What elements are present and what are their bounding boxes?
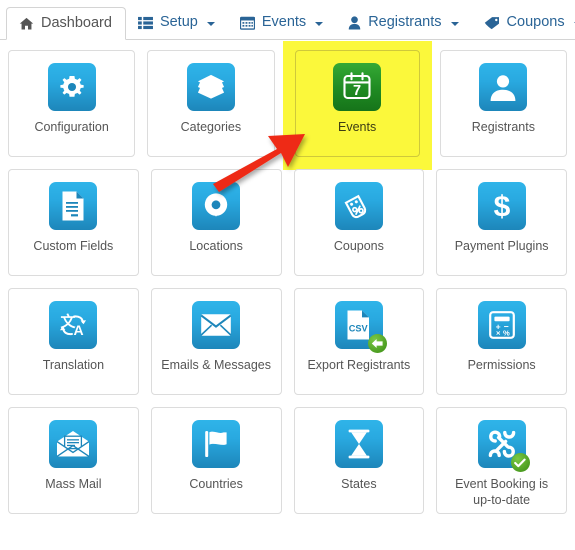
tab-events-label: Events [261, 14, 307, 31]
tile-label: Categories [180, 120, 242, 134]
svg-text:$: $ [493, 191, 510, 224]
chevron-down-icon [450, 21, 459, 26]
svg-text:7: 7 [353, 83, 361, 99]
tile-categories[interactable]: Categories [147, 50, 275, 157]
tile-label: States [341, 477, 377, 491]
calculator-icon: + − × % [477, 301, 526, 349]
dashboard-row: Configuration Categories 7 Events Regist… [8, 41, 567, 170]
tile-states[interactable]: States [293, 407, 425, 514]
tile-label: Permissions [467, 358, 536, 372]
svg-text:CSV: CSV [349, 323, 369, 333]
dashboard-row: Mass Mail Countries States Event Booking… [8, 407, 567, 514]
tab-coupons[interactable]: Coupons [472, 6, 575, 39]
dashboard-grid: Configuration Categories 7 Events Regist… [0, 40, 575, 514]
flag-icon [192, 420, 241, 468]
tile-permissions[interactable]: + − × % Permissions [436, 288, 567, 395]
tile-export-registrants[interactable]: CSV Export Registrants [293, 288, 425, 395]
tile-configuration[interactable]: Configuration [8, 50, 136, 157]
tab-dashboard[interactable]: Dashboard [6, 7, 126, 40]
layers-icon [186, 63, 235, 111]
tile-label: Event Booking is up-to-date [455, 477, 549, 507]
tile-label: Emails & Messages [161, 358, 271, 372]
tab-dashboard-label: Dashboard [41, 15, 112, 32]
tile-emails-messages[interactable]: Emails & Messages [150, 288, 282, 395]
chevron-down-icon [206, 21, 215, 26]
gear-icon [47, 63, 96, 111]
home-icon [19, 17, 34, 31]
tile-label: Mass Mail [45, 477, 102, 491]
tile-label: Custom Fields [33, 239, 114, 253]
tab-registrants[interactable]: Registrants [336, 6, 471, 39]
calendar-icon [239, 16, 255, 30]
tab-events[interactable]: Events [228, 6, 336, 39]
tab-coupons-label: Coupons [506, 14, 565, 31]
user-icon [348, 15, 361, 30]
dashboard-row: 文 A Translation Emails & Messages CSV Ex… [8, 288, 567, 395]
tile-translation[interactable]: 文 A Translation [8, 288, 139, 395]
hourglass-icon [334, 420, 383, 468]
tile-label: Coupons [333, 239, 384, 253]
tile-events[interactable]: 7 Events [294, 50, 420, 157]
dashboard-row: Custom Fields Locations Coupons $ Paymen… [8, 169, 567, 276]
tile-locations[interactable]: Locations [150, 169, 282, 276]
tile-label: Countries [189, 477, 243, 491]
document-icon [49, 182, 98, 230]
svg-text:A: A [74, 322, 84, 338]
tile-label: Registrants [471, 120, 535, 134]
tag-icon [484, 16, 500, 30]
list-icon [137, 16, 153, 30]
chevron-down-icon [315, 21, 324, 26]
tab-setup[interactable]: Setup [126, 6, 228, 39]
tile-event-booking-status[interactable]: Event Booking is up-to-date [436, 407, 567, 514]
main-navbar: Dashboard Setup Events Registrants Coupo… [0, 0, 575, 40]
tile-payment-plugins[interactable]: $ Payment Plugins [436, 169, 567, 276]
tile-mass-mail[interactable]: Mass Mail [8, 407, 139, 514]
tile-registrants[interactable]: Registrants [439, 50, 567, 157]
svg-text:%: % [503, 329, 510, 338]
tile-label: Payment Plugins [454, 239, 549, 253]
dollar-icon: $ [477, 182, 526, 230]
tile-label: Locations [189, 239, 243, 253]
tile-label: Configuration [34, 120, 109, 134]
tile-coupons[interactable]: Coupons [293, 169, 425, 276]
tile-custom-fields[interactable]: Custom Fields [8, 169, 139, 276]
open-envelope-icon [49, 420, 98, 468]
price-tag-icon [334, 182, 383, 230]
translate-icon: 文 A [49, 301, 98, 349]
arrow-left-badge [367, 334, 387, 353]
map-pin-icon [192, 182, 241, 230]
csv-export-icon: CSV [334, 301, 387, 353]
calendar-7-icon: 7 [333, 63, 382, 111]
tab-setup-label: Setup [159, 14, 198, 31]
person-icon [479, 63, 528, 111]
tile-label: Events [338, 120, 377, 134]
tile-countries[interactable]: Countries [150, 407, 282, 514]
envelope-icon [192, 301, 241, 349]
tile-label: Translation [42, 358, 105, 372]
tab-registrants-label: Registrants [368, 14, 442, 31]
check-badge [510, 453, 530, 472]
svg-text:×: × [496, 329, 501, 338]
tile-label: Export Registrants [307, 358, 411, 372]
joomla-icon [477, 420, 530, 472]
highlight-box-events: 7 Events [282, 41, 432, 170]
